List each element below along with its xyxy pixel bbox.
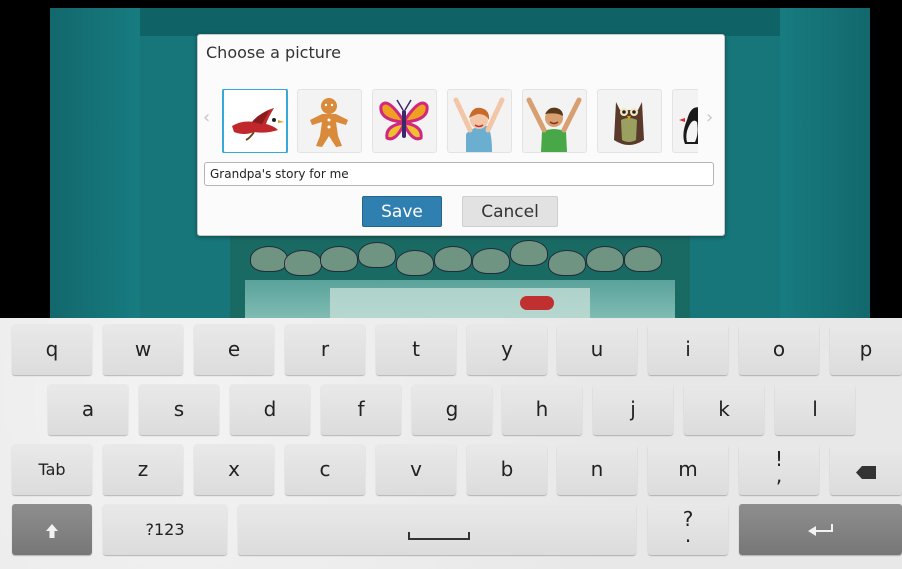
scroll-right-arrow-icon[interactable]: ›	[706, 107, 713, 128]
backspace-key[interactable]	[830, 444, 902, 495]
key-u[interactable]: u	[557, 324, 637, 375]
mouse-illustration	[520, 296, 554, 310]
key-z[interactable]: z	[103, 444, 183, 495]
penguin-icon	[679, 107, 698, 144]
space-key[interactable]	[238, 504, 636, 555]
key-w[interactable]: w	[103, 324, 183, 375]
picture-option-owl[interactable]	[597, 89, 662, 153]
enter-key[interactable]	[739, 504, 902, 555]
on-screen-keyboard: q w e r t y u i o p a s d f g h j k l Ta…	[0, 318, 902, 569]
key-v[interactable]: v	[376, 444, 456, 495]
key-k[interactable]: k	[684, 384, 764, 435]
butterfly-icon	[379, 99, 429, 141]
picture-option-girl[interactable]	[447, 89, 512, 153]
key-t[interactable]: t	[376, 324, 456, 375]
gingerbread-man-icon	[310, 98, 348, 147]
key-p[interactable]: p	[830, 324, 902, 375]
bird-icon	[232, 108, 284, 141]
sleeping-dogs-illustration	[240, 236, 680, 280]
key-h[interactable]: h	[502, 384, 582, 435]
picture-option-gingerbread-man[interactable]	[297, 89, 362, 153]
key-j[interactable]: j	[593, 384, 673, 435]
dialog-title: Choose a picture	[206, 43, 341, 62]
picture-option-boy[interactable]	[522, 89, 587, 153]
key-l[interactable]: l	[775, 384, 855, 435]
picture-carousel	[222, 89, 698, 153]
key-m[interactable]: m	[648, 444, 728, 495]
key-c[interactable]: c	[285, 444, 365, 495]
key-d[interactable]: d	[230, 384, 310, 435]
key-period-label: .	[684, 523, 692, 547]
enter-icon	[807, 524, 833, 536]
key-x[interactable]: x	[194, 444, 274, 495]
tab-key[interactable]: Tab	[12, 444, 92, 495]
symbols-key[interactable]: ?123	[103, 504, 227, 555]
shift-icon	[46, 524, 58, 538]
key-f[interactable]: f	[321, 384, 401, 435]
save-button[interactable]: Save	[362, 196, 442, 227]
choose-picture-dialog: Choose a picture ‹ › Grandpa's story for…	[197, 34, 725, 236]
boy-icon	[526, 97, 582, 152]
picture-option-bird[interactable]	[222, 89, 288, 153]
key-g[interactable]: g	[412, 384, 492, 435]
room-ceiling	[50, 8, 870, 36]
cancel-button[interactable]: Cancel	[462, 196, 558, 227]
key-s[interactable]: s	[139, 384, 219, 435]
space-icon	[408, 532, 470, 540]
backspace-icon	[856, 466, 876, 479]
owl-icon	[614, 102, 644, 145]
key-r[interactable]: r	[285, 324, 365, 375]
scroll-left-arrow-icon[interactable]: ‹	[203, 107, 210, 128]
picture-option-butterfly[interactable]	[372, 89, 437, 153]
key-a[interactable]: a	[48, 384, 128, 435]
key-exclaim-comma[interactable]: ! ,	[739, 444, 819, 495]
key-o[interactable]: o	[739, 324, 819, 375]
girl-icon	[453, 97, 505, 152]
room-left-wall	[50, 8, 140, 318]
picture-name-input[interactable]: Grandpa's story for me	[204, 162, 714, 186]
shift-key[interactable]	[12, 504, 92, 555]
key-question-period[interactable]: ? .	[648, 504, 728, 555]
key-comma-label: ,	[775, 463, 783, 487]
key-n[interactable]: n	[557, 444, 637, 495]
picture-option-penguin[interactable]	[672, 89, 698, 153]
key-b[interactable]: b	[467, 444, 547, 495]
key-e[interactable]: e	[194, 324, 274, 375]
room-right-wall	[780, 8, 870, 318]
key-y[interactable]: y	[467, 324, 547, 375]
key-i[interactable]: i	[648, 324, 728, 375]
key-q[interactable]: q	[12, 324, 92, 375]
